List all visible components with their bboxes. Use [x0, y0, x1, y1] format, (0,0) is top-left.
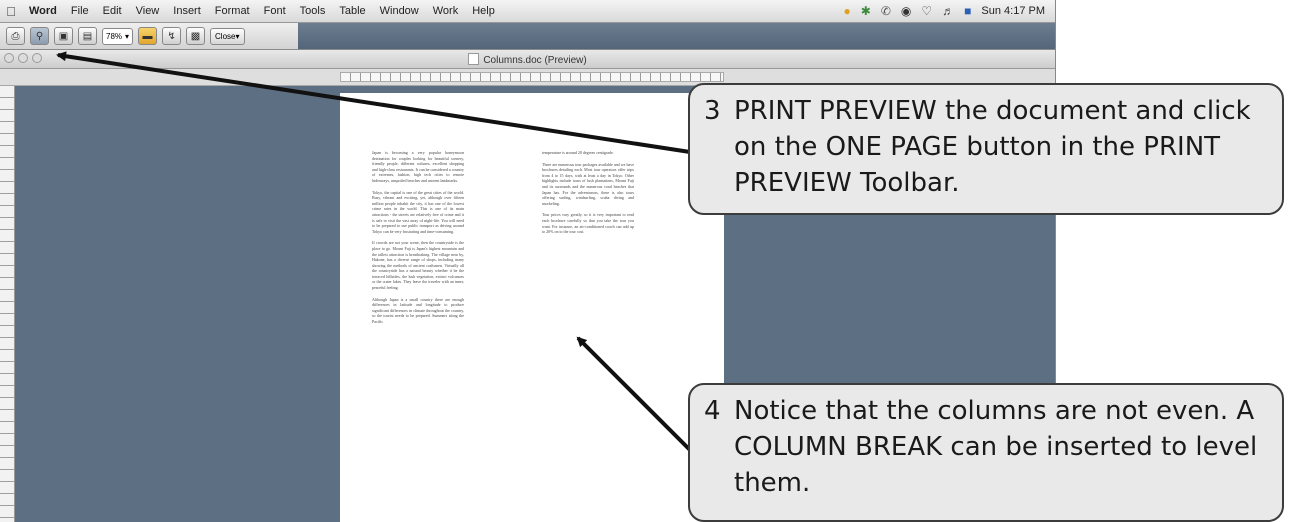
- step-number: 3: [704, 96, 721, 126]
- callout-step-3: 3 PRINT PREVIEW the document and click o…: [688, 83, 1284, 215]
- step-number: 4: [704, 396, 721, 426]
- arrow-to-uneven-column: [576, 336, 692, 452]
- arrow-to-one-page-button: [56, 51, 691, 154]
- step-instruction: Notice that the columns are not even. A …: [734, 396, 1258, 498]
- callout-step-4: 4 Notice that the columns are not even. …: [688, 383, 1284, 522]
- step-instruction: PRINT PREVIEW the document and click on …: [734, 96, 1251, 198]
